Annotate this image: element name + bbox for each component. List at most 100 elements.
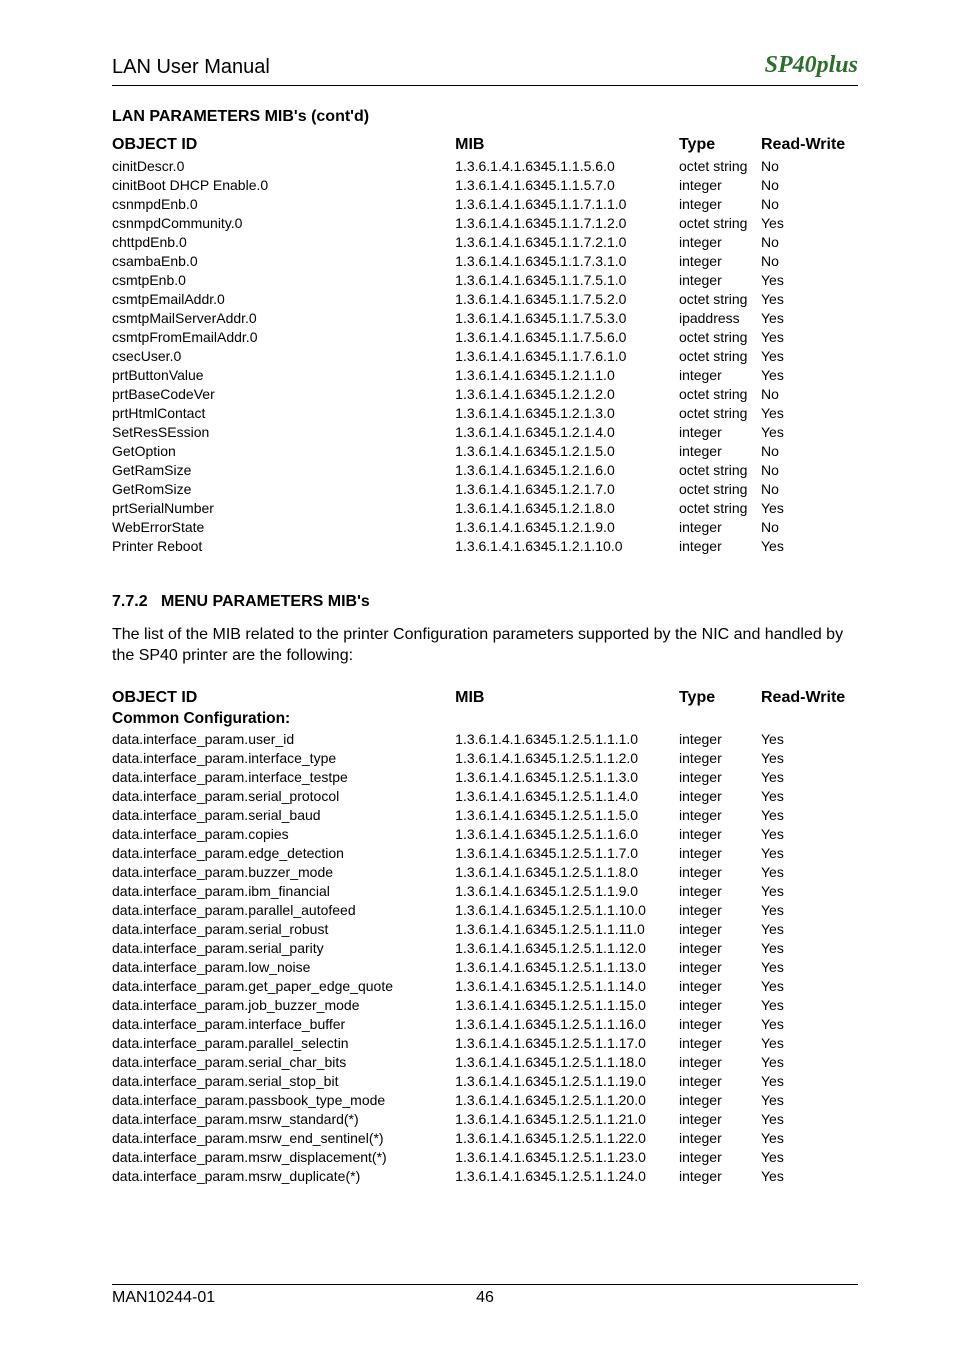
cell-type: ipaddress (679, 308, 761, 327)
cell-obj: csnmpdEnb.0 (112, 194, 455, 213)
cell-obj: data.interface_param.serial_baud (112, 806, 455, 825)
cell-mib: 1.3.6.1.4.1.6345.1.2.5.1.1.17.0 (455, 1034, 679, 1053)
cell-type: integer (679, 441, 761, 460)
cell-mib: 1.3.6.1.4.1.6345.1.2.1.5.0 (455, 441, 679, 460)
cell-type: integer (679, 1110, 761, 1129)
cell-obj: data.interface_param.interface_type (112, 749, 455, 768)
cell-rw: Yes (761, 1129, 858, 1148)
cell-type: integer (679, 536, 761, 555)
cell-rw: Yes (761, 1148, 858, 1167)
cell-rw: Yes (761, 1091, 858, 1110)
cell-rw: Yes (761, 213, 858, 232)
cell-mib: 1.3.6.1.4.1.6345.1.1.5.7.0 (455, 175, 679, 194)
cell-mib: 1.3.6.1.4.1.6345.1.1.7.1.1.0 (455, 194, 679, 213)
cell-obj: cinitDescr.0 (112, 156, 455, 175)
cell-type: integer (679, 1034, 761, 1053)
brand-main: SP40 (765, 52, 817, 78)
cell-type: integer (679, 730, 761, 749)
cell-rw: Yes (761, 536, 858, 555)
cell-type: integer (679, 175, 761, 194)
cell-rw: Yes (761, 768, 858, 787)
cell-obj: data.interface_param.serial_robust (112, 920, 455, 939)
table-row: GetRamSize1.3.6.1.4.1.6345.1.2.1.6.0octe… (112, 460, 858, 479)
table-row: prtHtmlContact1.3.6.1.4.1.6345.1.2.1.3.0… (112, 403, 858, 422)
table-row: csnmpdCommunity.01.3.6.1.4.1.6345.1.1.7.… (112, 213, 858, 232)
cell-rw: Yes (761, 958, 858, 977)
cell-obj: data.interface_param.msrw_duplicate(*) (112, 1167, 455, 1186)
cell-obj: data.interface_param.passbook_type_mode (112, 1091, 455, 1110)
cell-rw: Yes (761, 996, 858, 1015)
table-row: chttpdEnb.01.3.6.1.4.1.6345.1.1.7.2.1.0i… (112, 232, 858, 251)
cell-rw: No (761, 517, 858, 536)
cell-obj: cinitBoot DHCP Enable.0 (112, 175, 455, 194)
cell-mib: 1.3.6.1.4.1.6345.1.2.1.1.0 (455, 365, 679, 384)
cell-mib: 1.3.6.1.4.1.6345.1.2.5.1.1.2.0 (455, 749, 679, 768)
cell-type: octet string (679, 327, 761, 346)
cell-obj: csecUser.0 (112, 346, 455, 365)
cell-mib: 1.3.6.1.4.1.6345.1.2.5.1.1.23.0 (455, 1148, 679, 1167)
table-row: csmtpEmailAddr.01.3.6.1.4.1.6345.1.1.7.5… (112, 289, 858, 308)
cell-rw: Yes (761, 403, 858, 422)
table-row: csmtpEnb.01.3.6.1.4.1.6345.1.1.7.5.1.0in… (112, 270, 858, 289)
cell-mib: 1.3.6.1.4.1.6345.1.1.7.5.3.0 (455, 308, 679, 327)
cell-rw: No (761, 441, 858, 460)
cell-type: integer (679, 1015, 761, 1034)
cell-rw: Yes (761, 977, 858, 996)
table-row: data.interface_param.msrw_end_sentinel(*… (112, 1129, 858, 1148)
table-header-row: OBJECT ID MIB Type Read-Write (112, 134, 858, 156)
cell-obj: csmtpEmailAddr.0 (112, 289, 455, 308)
cell-type: integer (679, 1167, 761, 1186)
table-row: data.interface_param.serial_parity1.3.6.… (112, 939, 858, 958)
cell-obj: csmtpEnb.0 (112, 270, 455, 289)
col-rw: Read-Write (761, 134, 858, 156)
table-row: data.interface_param.user_id1.3.6.1.4.1.… (112, 730, 858, 749)
cell-mib: 1.3.6.1.4.1.6345.1.2.5.1.1.20.0 (455, 1091, 679, 1110)
common-config-subhead: Common Configuration: (112, 709, 858, 730)
table-row: prtButtonValue1.3.6.1.4.1.6345.1.2.1.1.0… (112, 365, 858, 384)
col-mib: MIB (455, 134, 679, 156)
cell-mib: 1.3.6.1.4.1.6345.1.1.5.6.0 (455, 156, 679, 175)
cell-mib: 1.3.6.1.4.1.6345.1.2.5.1.1.12.0 (455, 939, 679, 958)
cell-type: integer (679, 1053, 761, 1072)
cell-mib: 1.3.6.1.4.1.6345.1.2.5.1.1.8.0 (455, 863, 679, 882)
cell-obj: csambaEnb.0 (112, 251, 455, 270)
cell-obj: GetRomSize (112, 479, 455, 498)
table-row: cinitBoot DHCP Enable.01.3.6.1.4.1.6345.… (112, 175, 858, 194)
cell-type: integer (679, 882, 761, 901)
cell-rw: No (761, 384, 858, 403)
cell-obj: data.interface_param.msrw_end_sentinel(*… (112, 1129, 455, 1148)
cell-rw: Yes (761, 498, 858, 517)
table-row: prtSerialNumber1.3.6.1.4.1.6345.1.2.1.8.… (112, 498, 858, 517)
cell-obj: data.interface_param.low_noise (112, 958, 455, 977)
cell-type: octet string (679, 289, 761, 308)
cell-obj: data.interface_param.get_paper_edge_quot… (112, 977, 455, 996)
table-row: csecUser.01.3.6.1.4.1.6345.1.1.7.6.1.0oc… (112, 346, 858, 365)
cell-mib: 1.3.6.1.4.1.6345.1.2.1.4.0 (455, 422, 679, 441)
cell-obj: csnmpdCommunity.0 (112, 213, 455, 232)
table-row: prtBaseCodeVer1.3.6.1.4.1.6345.1.2.1.2.0… (112, 384, 858, 403)
header-bar: LAN User Manual SP40plus (112, 52, 858, 86)
cell-mib: 1.3.6.1.4.1.6345.1.2.5.1.1.5.0 (455, 806, 679, 825)
cell-obj: GetRamSize (112, 460, 455, 479)
table-row: cinitDescr.01.3.6.1.4.1.6345.1.1.5.6.0oc… (112, 156, 858, 175)
cell-rw: Yes (761, 825, 858, 844)
cell-type: octet string (679, 498, 761, 517)
cell-rw: No (761, 479, 858, 498)
cell-type: integer (679, 422, 761, 441)
cell-type: integer (679, 825, 761, 844)
cell-mib: 1.3.6.1.4.1.6345.1.2.5.1.1.7.0 (455, 844, 679, 863)
cell-rw: Yes (761, 787, 858, 806)
cell-type: integer (679, 1148, 761, 1167)
cell-rw: Yes (761, 422, 858, 441)
cell-rw: Yes (761, 270, 858, 289)
cell-obj: data.interface_param.edge_detection (112, 844, 455, 863)
table-row: data.interface_param.msrw_duplicate(*)1.… (112, 1167, 858, 1186)
cell-mib: 1.3.6.1.4.1.6345.1.1.7.5.6.0 (455, 327, 679, 346)
table-row: data.interface_param.parallel_autofeed1.… (112, 901, 858, 920)
cell-rw: No (761, 460, 858, 479)
table-row: data.interface_param.low_noise1.3.6.1.4.… (112, 958, 858, 977)
cell-obj: data.interface_param.msrw_standard(*) (112, 1110, 455, 1129)
cell-type: integer (679, 194, 761, 213)
cell-mib: 1.3.6.1.4.1.6345.1.2.1.8.0 (455, 498, 679, 517)
cell-obj: Printer Reboot (112, 536, 455, 555)
